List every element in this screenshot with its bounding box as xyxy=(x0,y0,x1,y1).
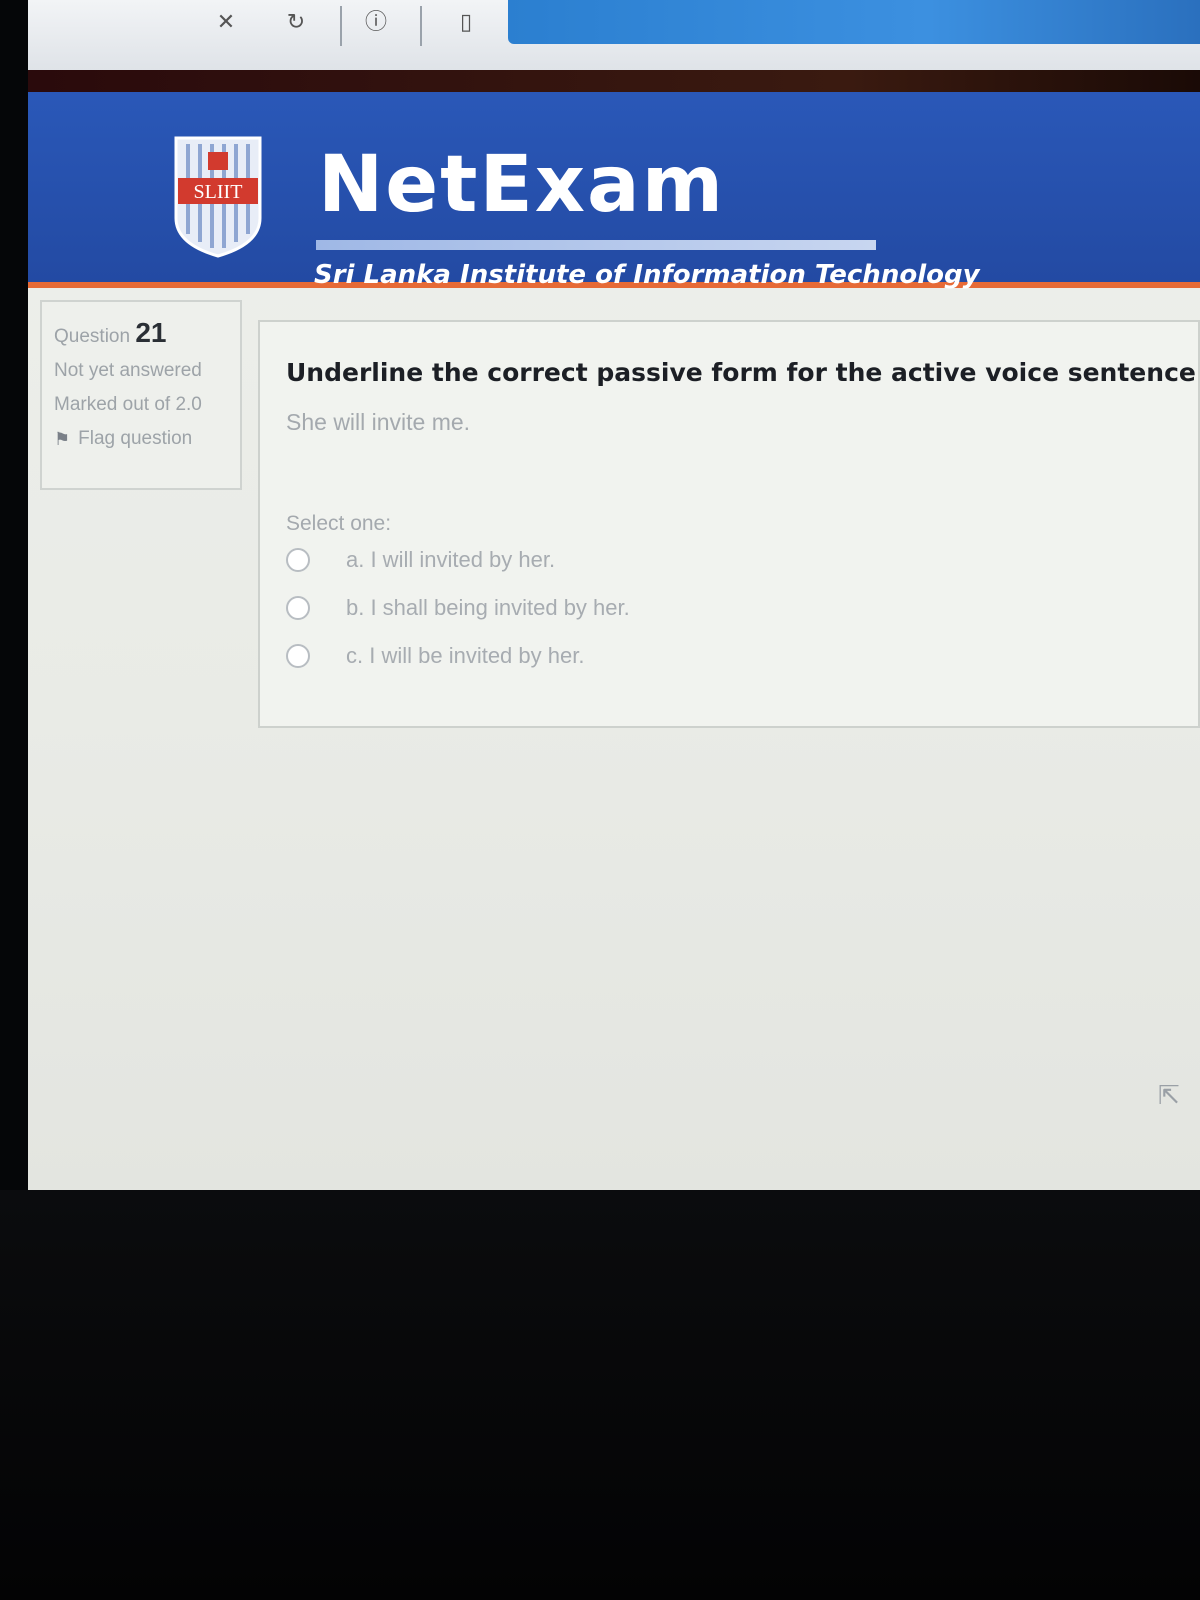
option-label[interactable]: b. I shall being invited by her. xyxy=(346,595,630,621)
title-underline xyxy=(316,240,876,250)
flag-question-label: Flag question xyxy=(78,428,193,449)
sliit-logo: SLIIT xyxy=(174,136,262,258)
info-icon[interactable]: ⓘ xyxy=(358,4,394,40)
toolbar-divider xyxy=(420,6,422,46)
answer-status: Not yet answered xyxy=(54,360,202,381)
taskbar-strip xyxy=(28,70,1200,92)
svg-text:SLIIT: SLIIT xyxy=(194,181,243,203)
app-title: NetExam xyxy=(318,140,725,230)
header-banner: SLIIT NetExam Sri Lanka Institute of Inf… xyxy=(28,92,1200,290)
option-label[interactable]: c. I will be invited by her. xyxy=(346,643,584,669)
page-icon[interactable]: ▯ xyxy=(448,4,484,40)
question-prompt: Underline the correct passive form for t… xyxy=(286,358,1200,387)
toolbar-divider xyxy=(340,6,342,46)
radio-button[interactable] xyxy=(286,644,310,668)
flag-icon: ⚑ xyxy=(54,429,71,449)
monitor-screen: ✕ ↻ ⓘ ▯ SLIIT NetExam Sri Lanka Institut… xyxy=(28,0,1200,1190)
radio-button[interactable] xyxy=(286,596,310,620)
browser-toolbar: ✕ ↻ ⓘ ▯ xyxy=(28,0,1200,71)
select-one-label: Select one: xyxy=(286,512,392,535)
option-c[interactable]: c. I will be invited by her. xyxy=(286,632,1172,680)
flag-question-link[interactable]: ⚑ Flag question xyxy=(54,422,228,456)
question-sentence: She will invite me. xyxy=(286,409,471,435)
monitor-bezel xyxy=(0,1190,1200,1600)
radio-button[interactable] xyxy=(286,548,310,572)
marks-label: Marked out of 2.0 xyxy=(54,394,202,415)
close-icon[interactable]: ✕ xyxy=(208,4,244,40)
active-tab-area[interactable] xyxy=(508,0,1200,44)
option-label[interactable]: a. I will invited by her. xyxy=(346,547,555,573)
institute-name: Sri Lanka Institute of Information Techn… xyxy=(314,260,980,290)
reload-icon[interactable]: ↻ xyxy=(278,4,314,40)
question-content: Underline the correct passive form for t… xyxy=(258,320,1200,728)
option-b[interactable]: b. I shall being invited by her. xyxy=(286,584,1172,632)
mouse-cursor-icon: ⇱ xyxy=(1158,1080,1180,1110)
question-number: Question 21 xyxy=(54,317,167,348)
option-a[interactable]: a. I will invited by her. xyxy=(286,536,1172,584)
question-info-panel: Question 21 Not yet answered Marked out … xyxy=(40,300,242,490)
